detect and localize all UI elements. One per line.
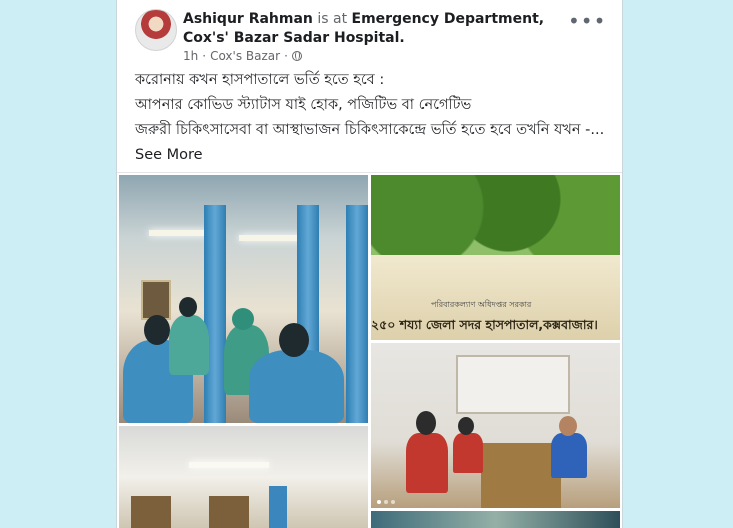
post-meta: 1h · Cox's Bazar · [183, 49, 302, 63]
curtain [269, 486, 287, 528]
photo-corridor[interactable] [119, 426, 368, 528]
more-icon: ••• [568, 9, 607, 33]
more-options-button[interactable]: ••• [568, 11, 605, 34]
ceiling-light [189, 462, 269, 468]
post-line-1: করোনায় কখন হাসপাতালে ভর্তি হতে হবে : [135, 72, 385, 88]
meta-separator: · [202, 49, 207, 63]
curtain [204, 205, 226, 423]
carousel-dots [377, 500, 395, 504]
shelf [456, 355, 570, 414]
post-line-2: আপনার কোভিড স্ট্যাটাস যাই হোক, পজিটিভ বা… [135, 97, 472, 113]
carousel-dot [377, 500, 381, 504]
health-worker [249, 350, 344, 423]
photo-hospital-sign[interactable]: পরিবারকল্যাণ অধিদপ্তর সরকার ২৫০ শয্যা জে… [371, 175, 620, 340]
photo-ward[interactable] [119, 175, 368, 423]
person [406, 433, 448, 493]
header-connector: is at [317, 11, 348, 27]
sign-subtitle: পরিবারকল্যাণ অধিদপ্তর সরকার [431, 300, 532, 309]
facebook-post: Ashiqur Rahman is at Emergency Departmen… [116, 0, 623, 528]
sign-title: ২৫০ শয্যা জেলা সদর হাসপাতাল,কক্সবাজার। [371, 317, 598, 332]
worker-head [279, 323, 309, 357]
post-time[interactable]: 1h [183, 49, 198, 63]
worker-head [144, 315, 170, 345]
divider [117, 172, 622, 173]
meta-separator-2: · [284, 49, 288, 63]
curtain [346, 205, 368, 423]
carousel-dot [391, 500, 395, 504]
photo-office[interactable] [371, 343, 620, 508]
worker-head [232, 308, 254, 330]
photo-partial[interactable] [371, 511, 620, 528]
window [141, 280, 171, 320]
desk [481, 443, 561, 508]
post-line-3-text: জরুরী চিকিৎসাসেবা বা আস্থাভাজন চিকিৎসাকে… [135, 122, 605, 138]
door [131, 496, 171, 528]
post-header: Ashiqur Rahman is at Emergency Departmen… [183, 10, 553, 48]
ceiling-light [149, 230, 209, 236]
person-head [559, 416, 577, 436]
post-text: করোনায় কখন হাসপাতালে ভর্তি হতে হবে : আপ… [135, 68, 605, 168]
person-head [416, 411, 436, 435]
author-name[interactable]: Ashiqur Rahman [183, 11, 313, 27]
person [453, 433, 483, 473]
post-line-3: জরুরী চিকিৎসাসেবা বা আস্থাভাজন চিকিৎসাকে… [135, 118, 605, 168]
post-location[interactable]: Cox's Bazar [210, 49, 280, 63]
person [551, 433, 587, 478]
worker-head [179, 297, 197, 317]
door [209, 496, 249, 528]
globe-icon[interactable] [291, 51, 302, 61]
avatar[interactable] [135, 9, 177, 51]
see-more-link[interactable]: See More [135, 147, 203, 163]
carousel-dot [384, 500, 388, 504]
health-worker [169, 315, 209, 375]
person-head [458, 417, 474, 435]
trees [371, 175, 620, 255]
